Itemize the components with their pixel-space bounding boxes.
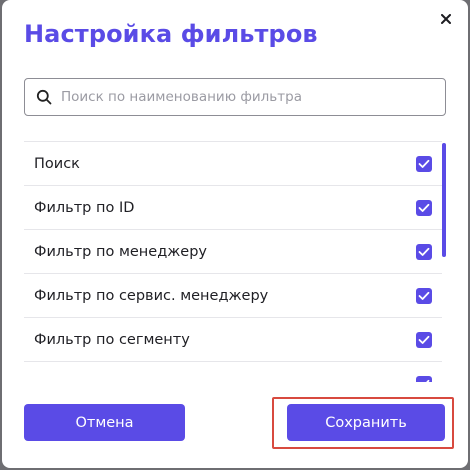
filter-item-search[interactable]: Поиск	[24, 142, 442, 186]
scrollbar-thumb[interactable]	[442, 143, 446, 257]
filter-item-partial[interactable]	[24, 362, 442, 382]
filter-item-label: Фильтр по сервис. менеджеру	[34, 287, 269, 304]
filter-item-label: Поиск	[34, 155, 80, 172]
filter-item-label: Фильтр по менеджеру	[34, 243, 207, 260]
filter-item-label: Фильтр по ID	[34, 199, 135, 216]
checkmark-icon	[418, 291, 430, 300]
filter-item-manager[interactable]: Фильтр по менеджеру	[24, 230, 442, 274]
close-button[interactable]	[435, 8, 457, 30]
filter-checkbox[interactable]	[416, 287, 432, 304]
search-icon	[36, 89, 52, 105]
cancel-button[interactable]: Отмена	[24, 404, 185, 441]
filter-item-segment[interactable]: Фильтр по сегменту	[24, 318, 442, 362]
checkmark-icon	[418, 335, 430, 344]
save-button[interactable]: Сохранить	[287, 404, 445, 441]
checkmark-icon	[425, 379, 430, 382]
checkmark-icon	[418, 247, 430, 256]
filter-item-id[interactable]: Фильтр по ID	[24, 186, 442, 230]
filter-settings-dialog: Настройка фильтров Поиск Фильтр по ID Фи…	[2, 0, 468, 468]
filter-checkbox[interactable]	[416, 155, 432, 172]
filter-checkbox[interactable]	[416, 375, 432, 382]
checkmark-icon	[418, 203, 430, 212]
filter-item-label: Фильтр по сегменту	[34, 331, 190, 348]
close-icon[interactable]	[441, 14, 451, 24]
dialog-title: Настройка фильтров	[24, 20, 318, 48]
checkmark-icon	[418, 159, 430, 168]
filter-list-scrollbar[interactable]	[442, 143, 447, 381]
filter-list: Поиск Фильтр по ID Фильтр по менеджеру Ф…	[24, 141, 442, 382]
filter-checkbox[interactable]	[416, 243, 432, 260]
search-box[interactable]	[24, 78, 446, 116]
filter-item-service-manager[interactable]: Фильтр по сервис. менеджеру	[24, 274, 442, 318]
filter-checkbox[interactable]	[416, 331, 432, 348]
filter-checkbox[interactable]	[416, 199, 432, 216]
search-input[interactable]	[61, 82, 445, 112]
